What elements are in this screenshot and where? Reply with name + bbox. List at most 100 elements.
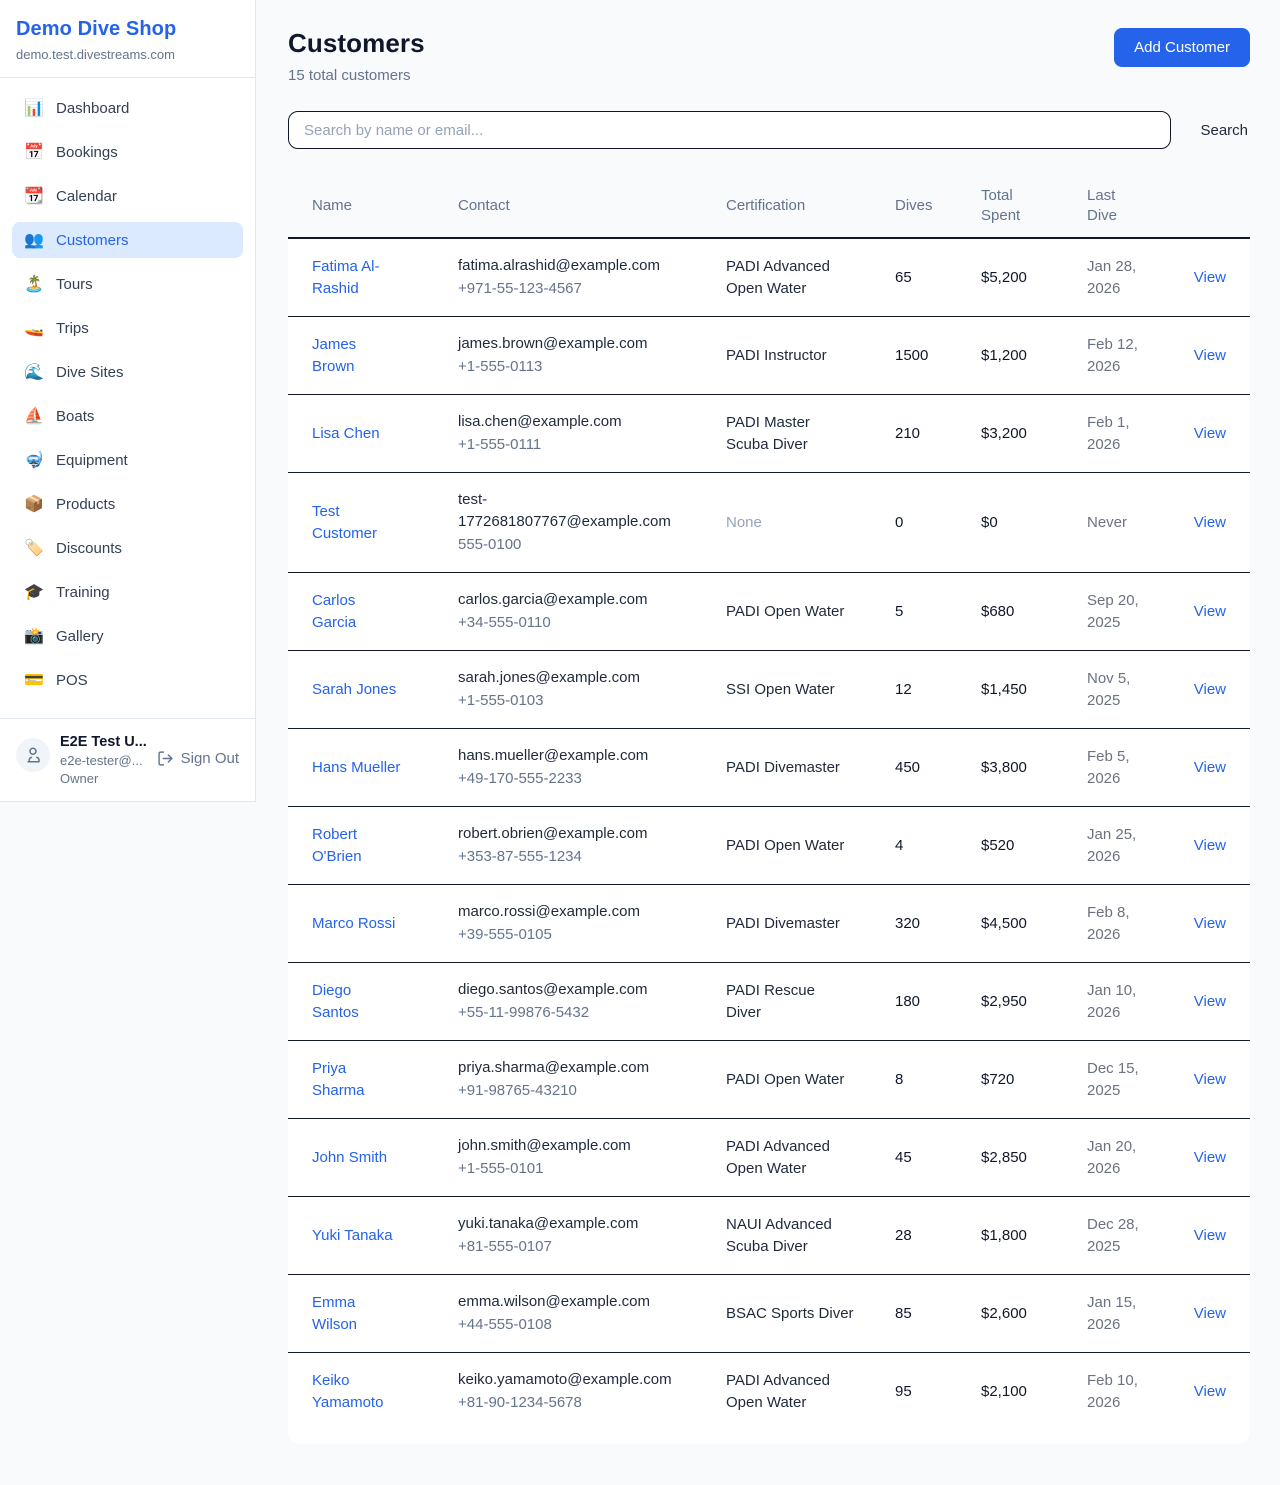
total-spent: $2,850 [981,1131,1087,1185]
customer-email: sarah.jones@example.com [458,667,670,689]
customer-name-link[interactable]: Lisa Chen [312,423,380,445]
nav-item-icon: 🎓 [24,582,44,602]
action-cell: View [1192,407,1226,461]
sidebar-item-trips[interactable]: 🚤 Trips [12,310,243,346]
customer-name-link[interactable]: Keiko Yamamoto [312,1370,402,1414]
sidebar-item-equipment[interactable]: 🤿 Equipment [12,442,243,478]
total-spent: $1,200 [981,329,1087,383]
certification-cell: PADI Divemaster [726,897,895,951]
view-link[interactable]: View [1194,1305,1226,1322]
action-cell: View [1192,819,1226,873]
total-spent: $680 [981,585,1087,639]
view-link[interactable]: View [1194,1149,1226,1166]
view-link[interactable]: View [1194,1071,1226,1088]
view-link[interactable]: View [1194,837,1226,854]
table-row: John Smith john.smith@example.com +1-555… [288,1119,1250,1197]
dives-count: 0 [895,496,981,550]
customer-email: carlos.garcia@example.com [458,589,670,611]
sidebar-item-products[interactable]: 📦 Products [12,486,243,522]
sidebar-item-gallery[interactable]: 📸 Gallery [12,618,243,654]
total-spent: $3,800 [981,741,1087,795]
view-link[interactable]: View [1194,915,1226,932]
view-link[interactable]: View [1194,681,1226,698]
customer-name-link[interactable]: James Brown [312,334,402,378]
customer-name-link[interactable]: Sarah Jones [312,679,396,701]
customer-name-link[interactable]: Emma Wilson [312,1292,402,1336]
user-info: E2E Test U... e2e-tester@... Owner [60,734,147,786]
sidebar-item-discounts[interactable]: 🏷️ Discounts [12,530,243,566]
sidebar-item-boats[interactable]: ⛵ Boats [12,398,243,434]
customer-name-link[interactable]: Marco Rossi [312,913,395,935]
sidebar-item-label: Training [56,584,110,601]
certification-value: NAUI Advanced Scuba Diver [726,1214,854,1258]
sidebar-item-bookings[interactable]: 📅 Bookings [12,134,243,170]
sidebar: Demo Dive Shop demo.test.divestreams.com… [0,0,256,802]
customer-name-link[interactable]: Yuki Tanaka [312,1225,393,1247]
avatar [16,738,50,772]
customer-name-link[interactable]: Diego Santos [312,980,402,1024]
dives-count: 1500 [895,329,981,383]
certification-value: BSAC Sports Diver [726,1303,854,1325]
view-link[interactable]: View [1194,1227,1226,1244]
action-cell: View [1192,897,1226,951]
customer-name-link[interactable]: Carlos Garcia [312,590,402,634]
view-link[interactable]: View [1194,759,1226,776]
search-input[interactable] [288,111,1171,149]
contact-cell: priya.sharma@example.com +91-98765-43210 [458,1041,726,1118]
last-dive-date: Jan 15, 2026 [1087,1292,1151,1336]
total-spent: $1,450 [981,663,1087,717]
table-row: Marco Rossi marco.rossi@example.com +39-… [288,885,1250,963]
customer-name-link[interactable]: Hans Mueller [312,757,400,779]
column-header: Name [312,185,458,227]
total-spent: $720 [981,1053,1087,1107]
sidebar-item-dashboard[interactable]: 📊 Dashboard [12,90,243,126]
sidebar-item-tours[interactable]: 🏝️ Tours [12,266,243,302]
nav-item-icon: 📸 [24,626,44,646]
name-cell: Yuki Tanaka [312,1209,458,1263]
certification-cell: PADI Open Water [726,819,895,873]
last-dive-cell: Feb 1, 2026 [1087,396,1192,472]
customer-email: john.smith@example.com [458,1135,670,1157]
certification-cell: PADI Rescue Diver [726,964,895,1040]
customer-email: priya.sharma@example.com [458,1057,670,1079]
sidebar-item-label: POS [56,672,88,689]
view-link[interactable]: View [1194,347,1226,364]
sidebar-item-dive-sites[interactable]: 🌊 Dive Sites [12,354,243,390]
sign-out-button[interactable]: Sign Out [157,750,239,767]
search-button[interactable]: Search [1198,114,1250,147]
table-row: Carlos Garcia carlos.garcia@example.com … [288,573,1250,651]
view-link[interactable]: View [1194,1383,1226,1400]
customer-name-link[interactable]: Fatima Al-Rashid [312,256,402,300]
action-cell: View [1192,741,1226,795]
name-cell: Marco Rossi [312,897,458,951]
customer-phone: +1-555-0111 [458,434,670,456]
certification-value: PADI Open Water [726,835,844,857]
view-link[interactable]: View [1194,603,1226,620]
name-cell: Keiko Yamamoto [312,1354,458,1430]
sign-out-label: Sign Out [181,750,239,767]
certification-cell: SSI Open Water [726,663,895,717]
customer-name-link[interactable]: John Smith [312,1147,387,1169]
customer-email: diego.santos@example.com [458,979,670,1001]
sidebar-item-calendar[interactable]: 📆 Calendar [12,178,243,214]
customer-email: fatima.alrashid@example.com [458,255,670,277]
view-link[interactable]: View [1194,993,1226,1010]
customer-name-link[interactable]: Priya Sharma [312,1058,402,1102]
column-header [1192,185,1226,227]
last-dive-date: Jan 10, 2026 [1087,980,1151,1024]
customer-name-link[interactable]: Robert O'Brien [312,824,402,868]
customer-name-link[interactable]: Test Customer [312,501,402,545]
customer-phone: +91-98765-43210 [458,1080,670,1102]
view-link[interactable]: View [1194,425,1226,442]
add-customer-button[interactable]: Add Customer [1114,28,1250,67]
sidebar-item-training[interactable]: 🎓 Training [12,574,243,610]
last-dive-date: Dec 28, 2025 [1087,1214,1151,1258]
dives-count: 95 [895,1365,981,1419]
nav-item-icon: 🤿 [24,450,44,470]
customer-phone: +353-87-555-1234 [458,846,670,868]
sidebar-item-pos[interactable]: 💳 POS [12,662,243,698]
name-cell: Lisa Chen [312,407,458,461]
sidebar-item-customers[interactable]: 👥 Customers [12,222,243,258]
view-link[interactable]: View [1194,514,1226,531]
view-link[interactable]: View [1194,269,1226,286]
